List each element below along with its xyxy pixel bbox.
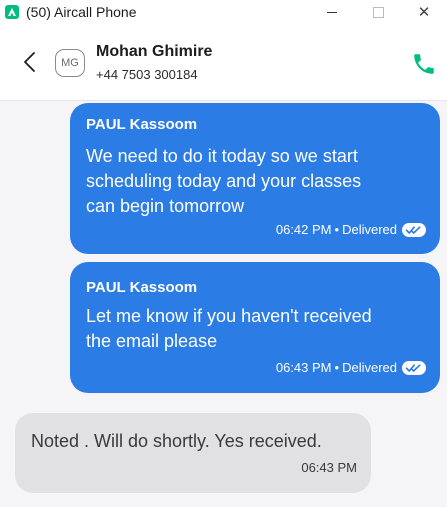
aircall-logo-icon: [5, 5, 19, 19]
message-timestamp: 06:42 PM: [275, 222, 332, 237]
message-meta: 06:42 PM • Delivered: [276, 222, 426, 237]
call-button[interactable]: [411, 51, 437, 77]
message-line: Let me know if you haven't received: [86, 306, 372, 326]
message-bubble-outgoing: PAUL Kassoom Let me know if you haven't …: [70, 262, 440, 393]
message-text: Let me know if you haven't received the …: [86, 304, 372, 354]
minimize-icon: [327, 11, 337, 13]
message-sender: PAUL Kassoom: [86, 279, 198, 296]
back-button[interactable]: [20, 50, 40, 74]
contact-phone-number: +44 7503 300184: [96, 67, 198, 82]
chevron-left-icon: [24, 52, 35, 72]
maximize-icon: [372, 6, 384, 18]
close-icon: ✕: [417, 4, 431, 21]
message-meta: 06:43 PM: [301, 460, 357, 475]
message-line: the email please: [86, 331, 218, 351]
double-check-icon: [402, 360, 426, 375]
close-button[interactable]: ✕: [401, 0, 447, 24]
avatar[interactable]: MG: [55, 49, 85, 77]
window-title: (50) Aircall Phone: [26, 4, 137, 20]
minimize-button[interactable]: [309, 0, 355, 24]
message-timestamp: 06:43 PM: [301, 460, 357, 475]
message-text: We need to do it today so we start sched…: [86, 144, 361, 219]
delivery-status: Delivered: [342, 222, 397, 237]
message-bubble-incoming: Noted . Will do shortly. Yes received. 0…: [15, 413, 371, 493]
message-line: Noted . Will do shortly. Yes received.: [31, 431, 322, 451]
maximize-button[interactable]: [355, 0, 401, 24]
double-check-icon: [402, 222, 426, 237]
message-timestamp: 06:43 PM: [275, 360, 332, 375]
message-text: Noted . Will do shortly. Yes received.: [31, 429, 322, 454]
delivery-status: Delivered: [342, 360, 397, 375]
meta-separator: •: [334, 360, 340, 375]
conversation-header: MG Mohan Ghimire +44 7503 300184: [0, 24, 447, 101]
phone-icon: [414, 54, 434, 74]
message-line: scheduling today and your classes: [86, 171, 362, 191]
message-line: can begin tomorrow: [86, 196, 245, 216]
message-bubble-outgoing: PAUL Kassoom We need to do it today so w…: [70, 103, 440, 254]
message-meta: 06:43 PM • Delivered: [276, 360, 426, 375]
message-line: We need to do it today so we start: [86, 146, 358, 166]
meta-separator: •: [334, 222, 340, 237]
message-sender: PAUL Kassoom: [86, 116, 198, 133]
window-controls: ✕: [309, 0, 447, 24]
window-titlebar: (50) Aircall Phone ✕: [0, 0, 447, 24]
contact-name: Mohan Ghimire: [96, 43, 213, 60]
